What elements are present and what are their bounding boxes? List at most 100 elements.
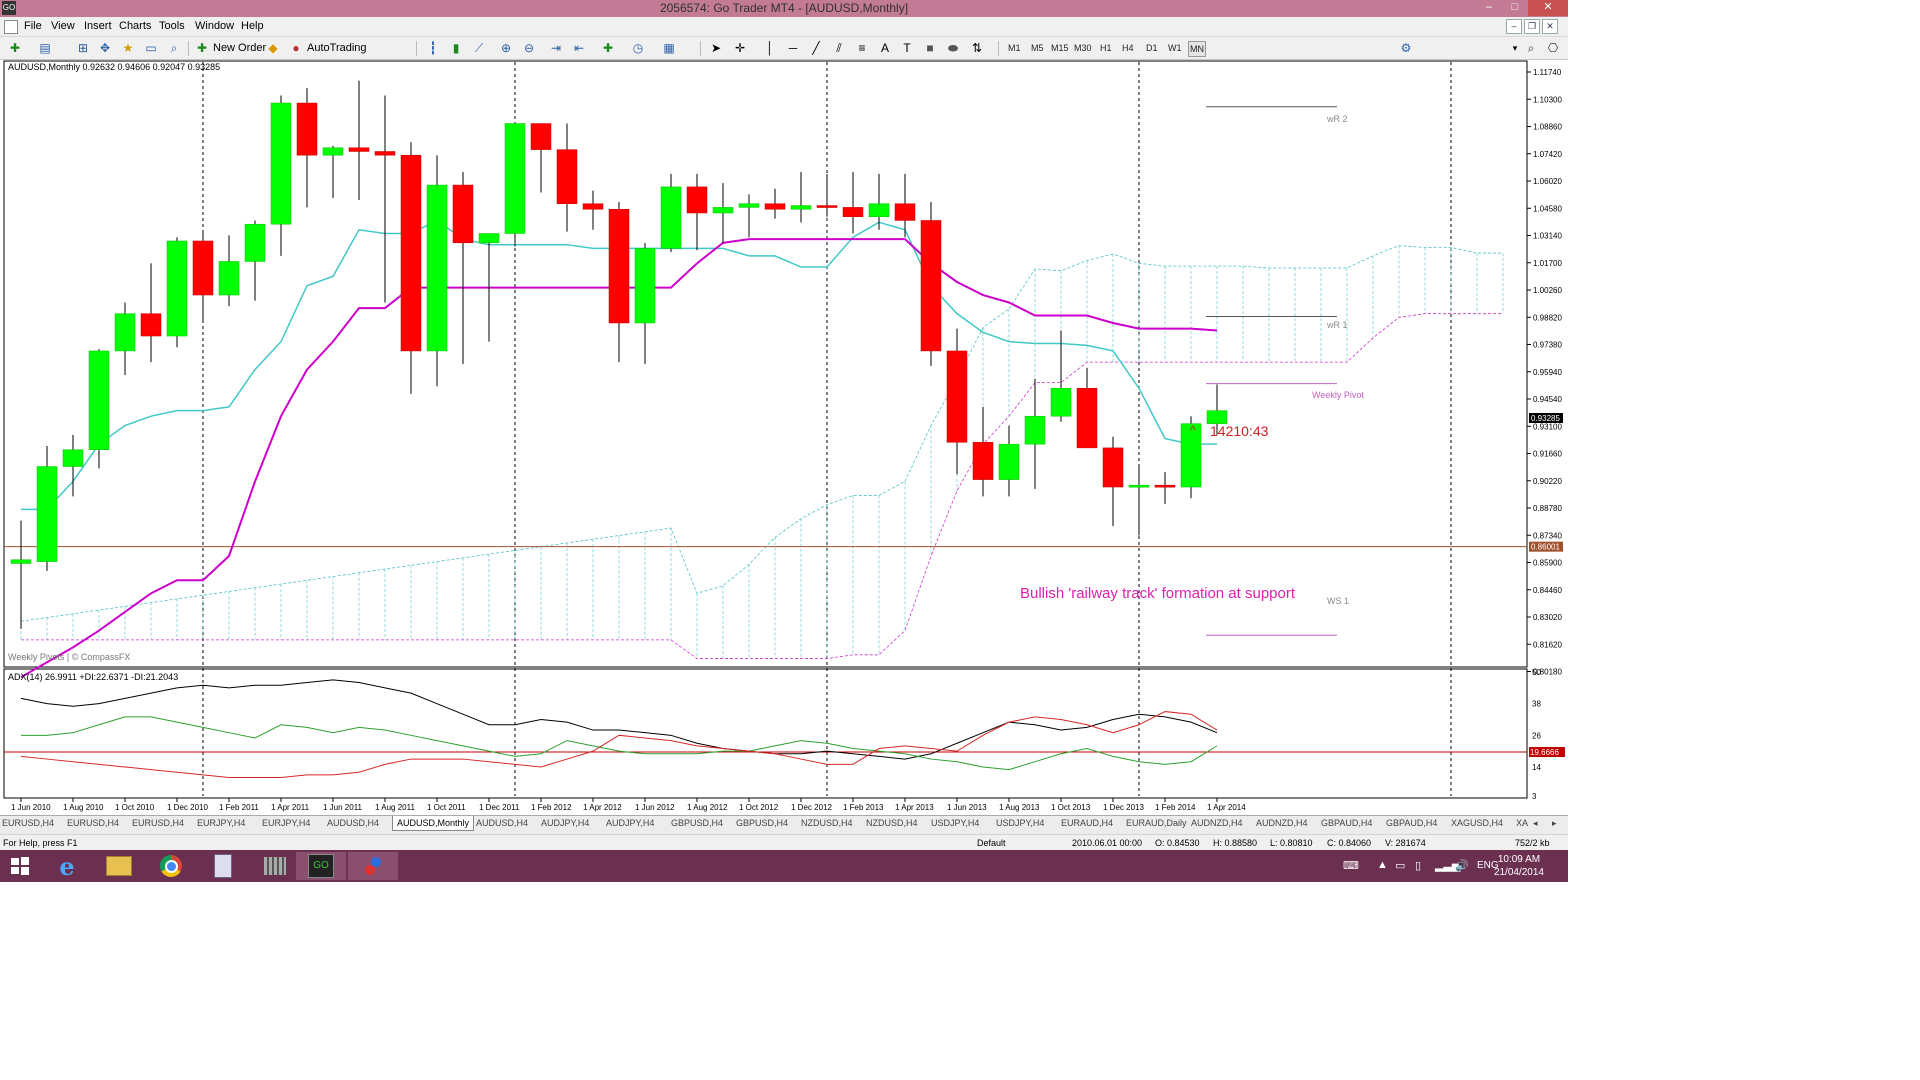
crosshair-icon[interactable]: ✛ [733, 41, 747, 55]
menu-view[interactable]: View [51, 20, 75, 32]
maximize-icon[interactable]: □ [1502, 0, 1528, 16]
chart-tab[interactable]: USDJPY,H4 [931, 818, 979, 828]
chart-tab[interactable]: GBPAUD,H4 [1386, 818, 1437, 828]
tf-m1[interactable]: M1 [1008, 41, 1021, 55]
market-watch-icon[interactable]: ⊞ [76, 41, 90, 55]
chart-tab[interactable]: EURUSD,H4 [132, 818, 184, 828]
search-dropdown-icon[interactable]: ▾ [1508, 41, 1522, 55]
zoom-out-icon[interactable]: ⊖ [522, 41, 536, 55]
line-chart-icon[interactable]: ⟋ [472, 41, 486, 55]
chart-tab[interactable]: XA [1516, 818, 1528, 828]
file-explorer-icon[interactable] [94, 852, 144, 880]
chart-tab[interactable]: EURAUD,H4 [1061, 818, 1113, 828]
chart-tab[interactable]: AUDUSD,Monthly [392, 816, 475, 831]
gotrader-taskbar-icon[interactable]: GO [296, 852, 346, 880]
app-grid-icon[interactable] [250, 852, 300, 880]
close-icon[interactable]: ✕ [1528, 0, 1568, 16]
tester-icon[interactable]: ⌕ [167, 41, 181, 55]
menu-window[interactable]: Window [195, 20, 234, 32]
volume-icon[interactable]: 🔊 [1455, 859, 1469, 872]
chart-tab[interactable]: AUDNZD,H4 [1191, 818, 1243, 828]
chart-tab[interactable]: AUDUSD,H4 [327, 818, 379, 828]
tf-mn[interactable]: MN [1188, 41, 1206, 57]
autotrading-icon[interactable]: ● [289, 41, 303, 55]
chart-tab[interactable]: EURUSD,H4 [67, 818, 119, 828]
system-menu-icon[interactable] [4, 20, 18, 34]
ellipse-icon[interactable]: ⬬ [946, 41, 960, 55]
chart-tab[interactable]: AUDJPY,H4 [541, 818, 589, 828]
metaeditor-icon[interactable]: ◆ [266, 41, 280, 55]
chrome-icon[interactable] [146, 852, 196, 880]
periods-icon[interactable]: ◷ [631, 41, 645, 55]
favorites-icon[interactable]: ★ [121, 41, 135, 55]
meeting-app-icon[interactable] [348, 852, 398, 880]
tf-h1[interactable]: H1 [1100, 41, 1112, 55]
vertical-line-icon[interactable]: │ [763, 41, 777, 55]
keyboard-icon[interactable]: ⌨ [1343, 859, 1359, 872]
chart-tab[interactable]: USDJPY,H4 [996, 818, 1044, 828]
menu-help[interactable]: Help [241, 20, 264, 32]
chart-tab[interactable]: XAGUSD,H4 [1451, 818, 1503, 828]
chart-tab[interactable]: EURAUD,Daily [1126, 818, 1187, 828]
zoom-in-icon[interactable]: ⊕ [499, 41, 513, 55]
chart-tab[interactable]: EURUSD,H4 [2, 818, 54, 828]
menu-tools[interactable]: Tools [159, 20, 185, 32]
taskbar-clock[interactable]: 10:09 AM 21/04/2014 [1494, 853, 1544, 879]
terminal-icon[interactable]: ▭ [144, 41, 158, 55]
channel-icon[interactable]: ⫽ [832, 41, 846, 55]
chart-tab[interactable]: GBPUSD,H4 [736, 818, 788, 828]
chart-tab[interactable]: AUDJPY,H4 [606, 818, 654, 828]
calculator-icon[interactable] [198, 852, 248, 880]
community-icon[interactable]: ⎔ [1546, 41, 1560, 55]
mdi-minimize-icon[interactable]: – [1506, 19, 1522, 34]
chart-tab[interactable]: AUDUSD,H4 [476, 818, 528, 828]
bar-chart-icon[interactable]: ┇ [426, 41, 440, 55]
ie-browser-icon[interactable]: e [42, 852, 92, 881]
tray-expand-icon[interactable]: ▲ [1377, 859, 1388, 871]
candlestick-icon[interactable]: ▮ [449, 41, 463, 55]
horizontal-line-icon[interactable]: ─ [786, 41, 800, 55]
text-label-icon[interactable]: T [900, 41, 914, 55]
chart-shift-icon[interactable]: ⇥ [549, 41, 563, 55]
chart-area[interactable]: 1.11740 1.10300 1.08860 1.07420 1.06020 1.045… [0, 60, 1568, 815]
action-center-icon[interactable]: ▭ [1395, 859, 1405, 872]
tf-h4[interactable]: H4 [1122, 41, 1134, 55]
chart-tab[interactable]: NZDUSD,H4 [801, 818, 853, 828]
tabs-scroll-right-icon[interactable]: ▸ [1552, 818, 1557, 829]
chart-tab[interactable]: NZDUSD,H4 [866, 818, 918, 828]
arrows-icon[interactable]: ⇅ [970, 41, 984, 55]
new-chart-icon[interactable]: ✚ [8, 41, 22, 55]
navigator-icon[interactable]: ✥ [98, 41, 112, 55]
autotrading-button[interactable]: AutoTrading [307, 40, 367, 56]
chart-tab[interactable]: AUDNZD,H4 [1256, 818, 1308, 828]
tabs-scroll-left-icon[interactable]: ◂ [1533, 818, 1538, 829]
new-order-button[interactable]: New Order [213, 40, 266, 56]
tf-d1[interactable]: D1 [1146, 41, 1158, 55]
rectangle-icon[interactable]: ■ [923, 41, 937, 55]
power-icon[interactable]: ▯ [1415, 859, 1421, 872]
fibonacci-icon[interactable]: ≡ [855, 41, 869, 55]
minimize-icon[interactable]: – [1476, 0, 1502, 16]
menu-charts[interactable]: Charts [119, 20, 151, 32]
templates-icon[interactable]: ▦ [662, 41, 676, 55]
trendline-icon[interactable]: ╱ [809, 41, 823, 55]
mdi-restore-icon[interactable]: ❐ [1524, 19, 1540, 34]
text-icon[interactable]: A [878, 41, 892, 55]
autoscroll-icon[interactable]: ⇤ [572, 41, 586, 55]
indicators-icon[interactable]: ✚ [601, 41, 615, 55]
menu-file[interactable]: File [24, 20, 42, 32]
menu-insert[interactable]: Insert [84, 20, 112, 32]
new-order-icon[interactable]: ✚ [195, 41, 209, 55]
windows-start-icon[interactable] [0, 852, 40, 880]
profiles-icon[interactable]: ▤ [38, 41, 52, 55]
chart-tab[interactable]: GBPUSD,H4 [671, 818, 723, 828]
mdi-close-icon[interactable]: ✕ [1542, 19, 1558, 34]
tf-m15[interactable]: M15 [1051, 41, 1069, 55]
chart-tab[interactable]: EURJPY,H4 [262, 818, 310, 828]
chart-tab[interactable]: GBPAUD,H4 [1321, 818, 1372, 828]
options-gear-icon[interactable]: ⚙ [1399, 41, 1413, 55]
cursor-icon[interactable]: ➤ [709, 41, 723, 55]
tf-m5[interactable]: M5 [1031, 41, 1044, 55]
tf-m30[interactable]: M30 [1074, 41, 1092, 55]
chart-tab[interactable]: EURJPY,H4 [197, 818, 245, 828]
